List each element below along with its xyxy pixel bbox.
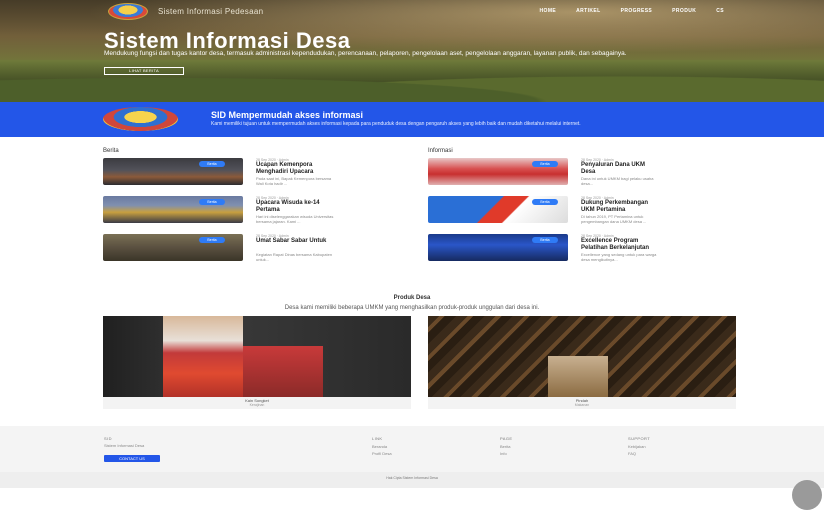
hero-description: Mendukung fungsi dan tugas kantor desa, …: [104, 50, 627, 57]
news-item[interactable]: Berita 28 Sep 2020 · Admin Upacara Wisud…: [103, 196, 333, 226]
footer-link[interactable]: FAQ: [628, 451, 636, 456]
news-excerpt: Kegiatan Rapat Dinas bersama Kabupaten u…: [256, 252, 333, 262]
scroll-top-button[interactable]: [792, 480, 822, 510]
footer: SID Sistem Informasi Desa CONTACT US LIN…: [0, 426, 824, 472]
footer-link-heading: LINK: [372, 436, 383, 441]
berita-heading: Berita: [103, 148, 119, 154]
category-badge[interactable]: Berita: [532, 199, 558, 205]
footer-support-heading: SUPPORT: [628, 436, 651, 441]
hero-banner: Sistem Informasi Pedesaan HOME ARTIKEL P…: [0, 0, 824, 102]
news-title[interactable]: Umat Sabar Sabar Untuk: [256, 238, 336, 245]
product-image: [163, 316, 243, 398]
footer-link[interactable]: Berita: [500, 444, 510, 449]
product-category: Makanan: [574, 403, 590, 407]
copyright: Hak Cipta Sistem Informasi Desa: [0, 472, 824, 488]
news-title[interactable]: Ucapan Kemenpora Menghadiri Upacara: [256, 162, 336, 175]
category-badge[interactable]: Berita: [532, 237, 558, 243]
contact-us-button[interactable]: CONTACT US: [104, 455, 160, 462]
news-item[interactable]: Berita 28 Sep 2020 · Admin Excellence Pr…: [428, 234, 656, 264]
product-image-fabric: [243, 346, 323, 398]
news-excerpt: Di tahun 2019, PT Pertamina untuk pengem…: [581, 214, 647, 224]
news-item[interactable]: Berita 28 Sep 2020 · Admin Umat Sabar Sa…: [103, 234, 332, 264]
news-title[interactable]: Dukung Perkembangan UKM Pertamina: [581, 200, 661, 213]
site-logo[interactable]: [108, 2, 148, 20]
info-band: SID Mempermudah akses informasi Kami mem…: [0, 102, 824, 137]
hero-button[interactable]: LIHAT BERITA: [104, 67, 184, 75]
footer-sid-heading: SID: [104, 436, 112, 441]
news-title[interactable]: Penyaluran Dana UKM Desa: [581, 162, 661, 175]
category-badge[interactable]: Berita: [199, 237, 225, 243]
product-caption: Pindah Makanan: [428, 397, 736, 409]
band-title: SID Mempermudah akses informasi: [211, 110, 364, 120]
products-subtitle: Desa kami memiliki beberapa UMKM yang me…: [284, 305, 540, 311]
footer-link[interactable]: Kebijakan: [628, 444, 646, 449]
band-logo: [103, 107, 178, 131]
news-excerpt: Hari ini diselenggarakan wisuda Universi…: [256, 214, 334, 224]
product-category: Kerajinan: [249, 403, 265, 407]
product-caption: Kain Songket Kerajinan: [103, 397, 411, 409]
nav-artikel[interactable]: ARTIKEL: [576, 8, 600, 14]
footer-link[interactable]: Profil Desa: [372, 451, 392, 456]
product-card[interactable]: Kain Songket Kerajinan: [103, 316, 411, 409]
nav-progress[interactable]: PROGRESS: [621, 8, 653, 14]
news-title[interactable]: Excellence Program Pelatihan Berkelanjut…: [581, 238, 661, 251]
nav-links: HOME ARTIKEL PROGRESS PRODUK CS: [540, 8, 724, 14]
informasi-heading: Informasi: [428, 148, 453, 154]
news-item[interactable]: Berita 28 Sep 2020 · Admin Ucapan Kemenp…: [103, 158, 331, 188]
product-card[interactable]: Pindah Makanan: [428, 316, 736, 409]
category-badge[interactable]: Berita: [532, 161, 558, 167]
footer-link[interactable]: Info: [500, 451, 507, 456]
news-excerpt: Pada saat ini, Bapak Kemenpora bersama W…: [256, 176, 332, 186]
footer-page-heading: PAGE: [500, 436, 513, 441]
nav-cs[interactable]: CS: [716, 8, 724, 14]
news-item[interactable]: Berita 28 Sep 2020 · Admin Penyaluran Da…: [428, 158, 654, 188]
navbar: Sistem Informasi Pedesaan HOME ARTIKEL P…: [0, 0, 824, 22]
news-item[interactable]: Berita 28 Sep 2020 · Admin Dukung Perkem…: [428, 196, 648, 226]
news-excerpt: Excellence yang sedang untuk para warga …: [581, 252, 657, 262]
category-badge[interactable]: Berita: [199, 161, 225, 167]
band-description: Kami memiliki tujuan untuk mempermudah a…: [211, 121, 581, 127]
product-image: [548, 356, 608, 398]
products-title: Produk Desa: [393, 295, 431, 301]
category-badge[interactable]: Berita: [199, 199, 225, 205]
news-title[interactable]: Upacara Wisuda ke-14 Pertama: [256, 200, 336, 213]
news-excerpt: Dana ini untuk UMKM bagi pelaku usaha de…: [581, 176, 654, 186]
footer-link[interactable]: Beranda: [372, 444, 387, 449]
nav-produk[interactable]: PRODUK: [672, 8, 696, 14]
site-name[interactable]: Sistem Informasi Pedesaan: [158, 7, 263, 16]
nav-home[interactable]: HOME: [540, 8, 557, 14]
footer-sid-text: Sistem Informasi Desa: [104, 443, 145, 448]
